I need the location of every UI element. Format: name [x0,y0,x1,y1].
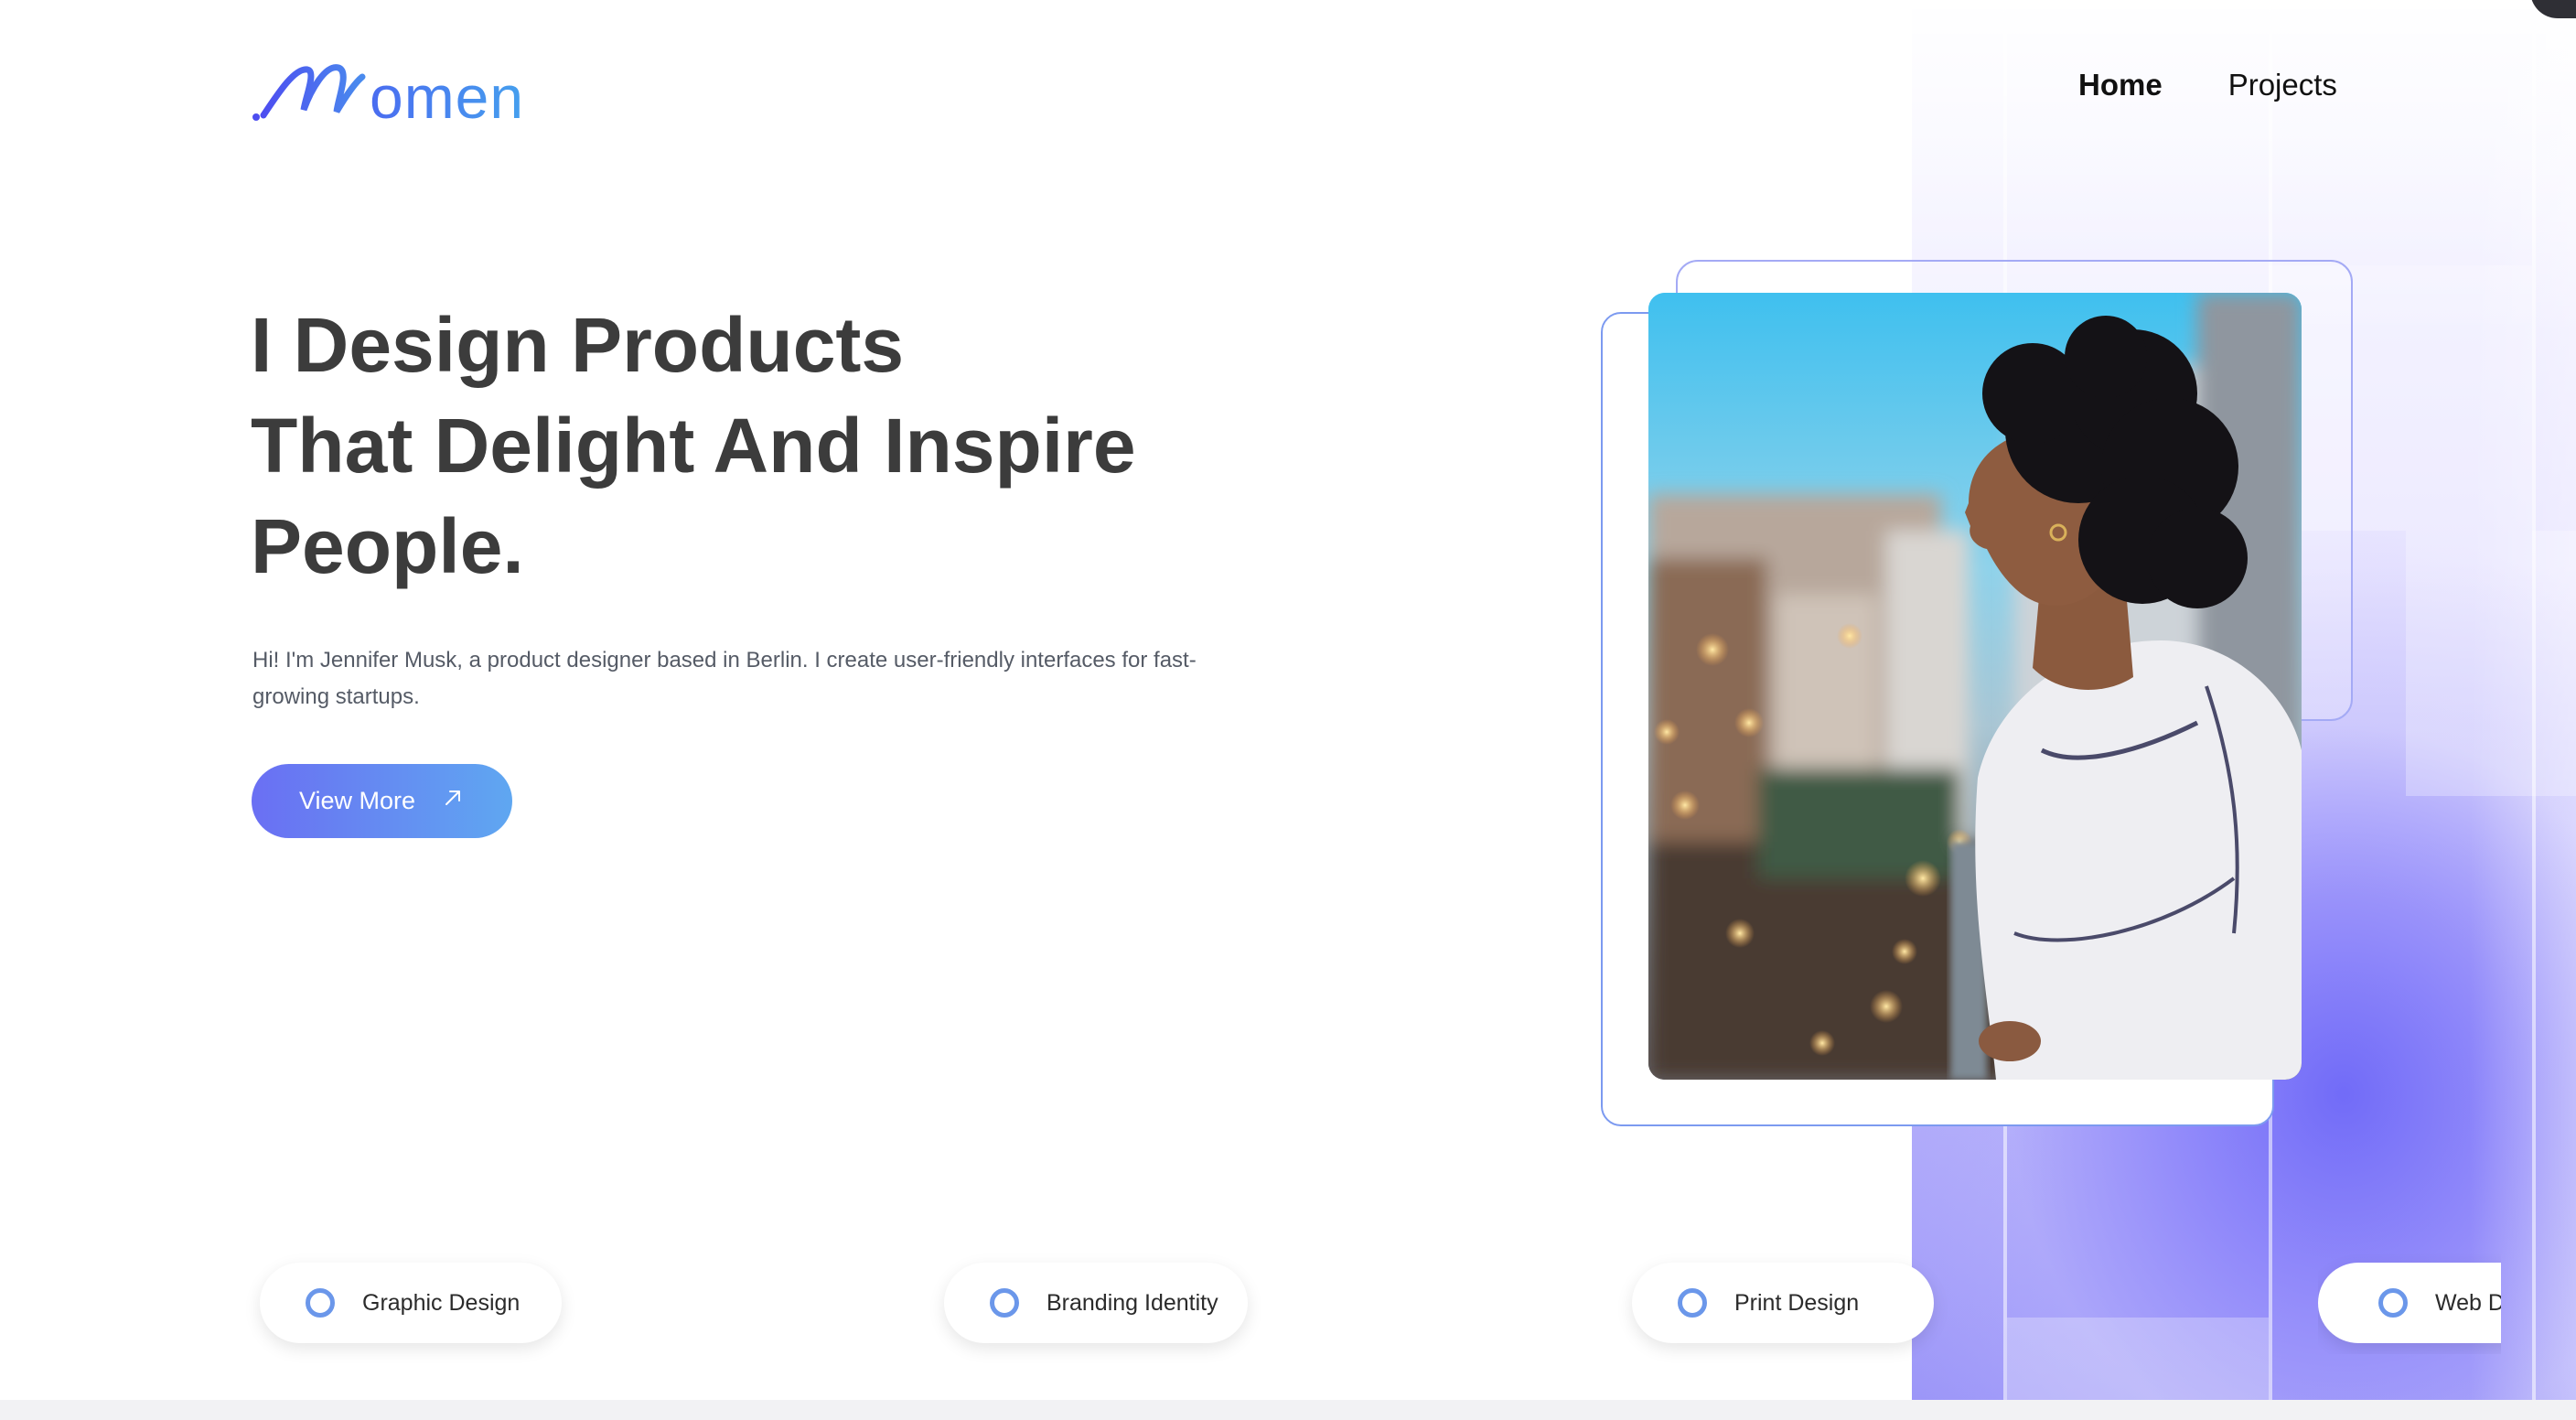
ring-icon [306,1288,335,1318]
brand-logo[interactable]: omen [251,57,525,131]
portrait-illustration [1648,293,2302,1080]
service-pill-graphic-design[interactable]: Graphic Design [260,1263,562,1343]
nav-item-home[interactable]: Home [2078,68,2163,102]
ring-icon [990,1288,1019,1318]
bottom-edge-bar [0,1400,2576,1420]
logo-text: omen [370,63,525,131]
service-pill-web-design[interactable]: Web Design [2318,1263,2501,1343]
main-navigation: Home Projects [2078,68,2337,102]
ring-icon [2378,1288,2408,1318]
hero-title-line: I Design Products [251,302,905,388]
hero-title: I Design Products That Delight And Inspi… [251,295,1348,597]
service-label: Graphic Design [362,1289,521,1316]
service-label: Print Design [1734,1289,1860,1316]
service-pill-clip: Web Design [2318,1253,2501,1354]
view-more-button[interactable]: View More [252,764,512,838]
service-label: Branding Identity [1046,1289,1218,1316]
nav-item-projects[interactable]: Projects [2228,68,2337,102]
hero-description: Hi! I'm Jennifer Musk, a product designe… [252,648,1197,709]
hero-title-line: That Delight And Inspire [251,403,1136,489]
background-fade-right [2470,0,2576,1420]
arrow-up-right-icon [443,788,463,814]
hero-title-line: People. [251,503,524,589]
hero-photo [1648,293,2302,1080]
service-label: Web Design [2435,1289,2501,1316]
service-pill-print-design[interactable]: Print Design [1632,1263,1934,1343]
service-pill-branding-identity[interactable]: Branding Identity [944,1263,1248,1343]
view-more-label: View More [298,787,416,814]
ring-icon [1678,1288,1707,1318]
logo-mark-icon [252,64,366,121]
